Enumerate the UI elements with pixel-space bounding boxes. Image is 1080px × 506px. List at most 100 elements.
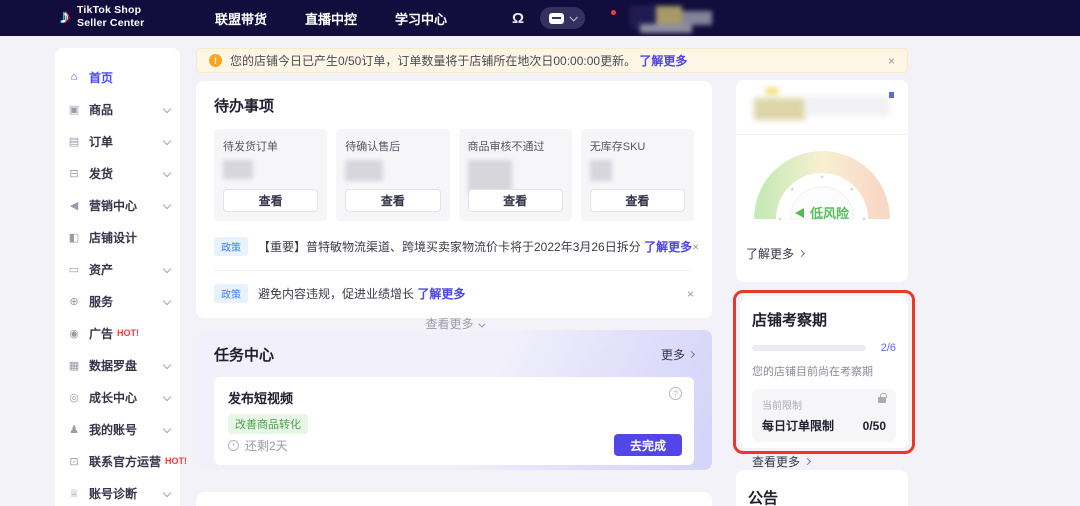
risk-learn-more-link[interactable]: 了解更多 — [746, 245, 898, 262]
lock-icon — [878, 397, 886, 403]
store-health-card: 低风险 了解更多 — [736, 80, 908, 282]
sidebar-item-growth-center[interactable]: ◎ 成长中心 — [67, 381, 170, 413]
notice-close-icon[interactable]: × — [692, 240, 699, 254]
data-compass-icon: ▦ — [67, 359, 81, 372]
chevron-right-icon — [688, 351, 695, 358]
chevron-down-icon — [163, 169, 171, 177]
sidebar-item-label: 订单 — [89, 133, 113, 150]
progress-label: 2/6 — [881, 342, 896, 354]
chevron-down-icon — [163, 297, 171, 305]
sidebar-item-label: 发货 — [89, 165, 113, 182]
current-limit-box: 当前限制 每日订单限制 0/50 — [752, 389, 896, 442]
sidebar-item-data-compass[interactable]: ▦ 数据罗盘 — [67, 349, 170, 381]
messages-dropdown[interactable] — [540, 7, 585, 29]
todo-card-label: 待确认售后 — [345, 138, 440, 154]
help-icon[interactable]: ? — [669, 387, 682, 400]
task-tag: 改善商品转化 — [228, 414, 308, 434]
gauge-pointer-icon — [795, 208, 804, 218]
sidebar-item-my-account[interactable]: ♟ 我的账号 — [67, 413, 170, 445]
store-probation-card: 店铺考察期 2/6 您的店铺目前尚在考察期 当前限制 每日订单限制 0/50 查… — [740, 296, 908, 448]
chevron-down-icon — [569, 13, 577, 21]
clock-icon — [228, 440, 239, 451]
announcement-title: 公告 — [748, 487, 896, 506]
chevron-down-icon — [163, 489, 171, 497]
assets-icon: ▭ — [67, 263, 81, 276]
probation-progress: 2/6 — [752, 342, 896, 354]
complete-task-button[interactable]: 去完成 — [614, 434, 682, 456]
task-center-more-link[interactable]: 更多 — [661, 346, 694, 363]
nav-item-live-console[interactable]: 直播中控 — [305, 9, 357, 28]
view-button[interactable]: 查看 — [590, 189, 685, 212]
next-section-card — [196, 492, 712, 506]
sidebar-item-label: 商品 — [89, 101, 113, 118]
risk-gauge: 低风险 — [752, 145, 892, 231]
announcement-card: 公告 — [736, 470, 908, 506]
chevron-down-icon — [163, 137, 171, 145]
notice-close-icon[interactable]: × — [687, 287, 694, 301]
task-title: 发布短视频 — [228, 388, 680, 407]
probation-title: 店铺考察期 — [752, 309, 896, 330]
task-center-section: 任务中心 更多 发布短视频 ? 改善商品转化 还剩2天 去完成 — [196, 330, 712, 470]
todo-card-label: 无库存SKU — [590, 138, 685, 154]
chevron-down-icon — [163, 425, 171, 433]
risk-level-label: 低风险 — [810, 203, 849, 222]
sidebar-item-account-diagnosis[interactable]: ♕ 账号诊断 — [67, 477, 170, 506]
sidebar-item-contact-official[interactable]: ⊡ 联系官方运营 HOT! — [67, 445, 170, 477]
chat-bubble-icon — [549, 13, 564, 24]
sidebar-item-assets[interactable]: ▭ 资产 — [67, 253, 170, 285]
hot-badge: HOT! — [117, 328, 139, 338]
sidebar-item-label: 资产 — [89, 261, 113, 278]
banner-text: 您的店铺今日已产生0/50订单，订单数量将于店铺所在地次日00:00:00更新。… — [230, 52, 687, 69]
policy-badge: 政策 — [214, 237, 248, 256]
chevron-down-icon — [163, 393, 171, 401]
sidebar-item-products[interactable]: ▣ 商品 — [67, 93, 170, 125]
sidebar-item-label: 首页 — [89, 69, 113, 86]
sidebar-item-label: 数据罗盘 — [89, 357, 137, 374]
view-button[interactable]: 查看 — [223, 189, 318, 212]
sidebar-item-label: 账号诊断 — [89, 485, 137, 502]
support-headset-icon[interactable]: Ω — [512, 10, 524, 27]
probation-see-more-link[interactable]: 查看更多 — [752, 453, 896, 470]
view-button[interactable]: 查看 — [345, 189, 440, 212]
nav-item-affiliate[interactable]: 联盟带货 — [215, 9, 267, 28]
store-badge-icon — [889, 92, 894, 98]
sidebar-item-ads[interactable]: ◉ 广告 HOT! — [67, 317, 170, 349]
sidebar-item-label: 营销中心 — [89, 197, 137, 214]
todo-card-label: 待发货订单 — [223, 138, 318, 154]
notifications-bell-icon[interactable] — [601, 11, 614, 25]
sidebar: ⌂ 首页 ▣ 商品 ▤ 订单 ⊟ 发货 ◀ 营销中心 ◧ 店铺设计 ▭ — [55, 48, 180, 506]
banner-close-icon[interactable]: × — [888, 54, 895, 68]
top-nav: ♪ TikTok Shop Seller Center 联盟带货 直播中控 学习… — [0, 0, 1080, 36]
task-card: 发布短视频 ? 改善商品转化 还剩2天 去完成 — [214, 377, 694, 465]
nav-item-learning-center[interactable]: 学习中心 — [395, 9, 447, 28]
notice-learn-more-link[interactable]: 了解更多 — [644, 240, 692, 254]
notice-learn-more-link[interactable]: 了解更多 — [417, 287, 465, 301]
sidebar-item-label: 店铺设计 — [89, 229, 137, 246]
sidebar-item-marketing-center[interactable]: ◀ 营销中心 — [67, 189, 170, 221]
policy-notice-row: 政策 避免内容违规，促进业绩增长 了解更多 × — [214, 270, 694, 303]
tiktok-shop-logo[interactable]: ♪ TikTok Shop Seller Center — [60, 4, 144, 30]
todo-card-pending-returns: 待确认售后 查看 — [336, 129, 449, 221]
sidebar-item-label: 广告 — [89, 325, 113, 342]
sidebar-item-label: 我的账号 — [89, 421, 137, 438]
chevron-right-icon — [804, 458, 811, 465]
sidebar-item-store-design[interactable]: ◧ 店铺设计 — [67, 221, 170, 253]
divider — [736, 134, 908, 135]
sidebar-item-home[interactable]: ⌂ 首页 — [67, 61, 170, 93]
sidebar-item-shipping[interactable]: ⊟ 发货 — [67, 157, 170, 189]
sidebar-item-services[interactable]: ⊕ 服务 — [67, 285, 170, 317]
notification-dot — [611, 10, 616, 15]
policy-badge: 政策 — [214, 284, 248, 303]
task-deadline: 还剩2天 — [245, 437, 288, 454]
sidebar-item-label: 成长中心 — [89, 389, 137, 406]
banner-learn-more-link[interactable]: 了解更多 — [639, 54, 687, 68]
todo-card-awaiting-shipment: 待发货订单 查看 — [214, 129, 327, 221]
account-person-icon: ♟ — [67, 423, 81, 436]
view-button[interactable]: 查看 — [468, 189, 563, 212]
sidebar-item-orders[interactable]: ▤ 订单 — [67, 125, 170, 157]
user-account-blurred[interactable] — [630, 3, 712, 33]
blurred-count — [590, 160, 612, 181]
hot-badge: HOT! — [165, 456, 187, 466]
nav-menu: 联盟带货 直播中控 学习中心 — [215, 0, 447, 36]
order-limit-banner: ! 您的店铺今日已产生0/50订单，订单数量将于店铺所在地次日00:00:00更… — [196, 48, 908, 73]
